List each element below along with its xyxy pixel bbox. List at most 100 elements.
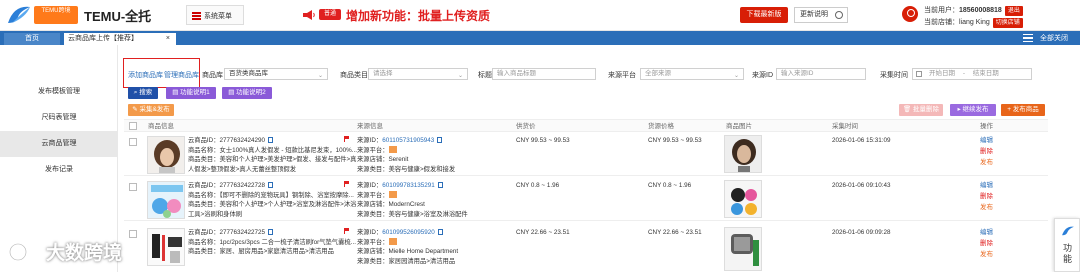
publish-product-button[interactable]: + 发布商品 [1001, 104, 1045, 116]
source-category: 来源类目：美容与健康>假发和接发 [357, 165, 456, 173]
source-shop: 来源店铺：ModernCrest [357, 201, 425, 208]
library-select[interactable]: 百货类商品库 ⌄ [224, 68, 328, 80]
start-date-placeholder: 开始日期 [929, 70, 955, 77]
close-all-tabs-button[interactable]: 全部关闭 [1040, 33, 1068, 45]
copy-icon[interactable] [437, 137, 443, 144]
source-id-link[interactable]: 601099526095920 [382, 229, 435, 236]
copy-icon[interactable] [268, 182, 274, 189]
select-all-checkbox[interactable] [129, 122, 137, 130]
source-shop: 来源店铺：Serenit [357, 156, 409, 163]
product-thumbnail[interactable] [147, 136, 185, 174]
watermark-logo-icon [8, 242, 38, 262]
publish-link[interactable]: 发布 [980, 202, 993, 213]
system-menu-button[interactable]: 系统菜单 [186, 5, 244, 25]
publish-link[interactable]: 发布 [980, 157, 993, 168]
product-image[interactable] [724, 227, 762, 271]
copy-icon[interactable] [437, 182, 443, 189]
calendar-icon [916, 71, 922, 77]
sidebar-item-publish-records[interactable]: 发布记录 [0, 157, 118, 183]
copy-icon[interactable] [268, 229, 274, 236]
collect-label: 采集&发布 [139, 106, 170, 113]
edit-link[interactable]: 编辑 [980, 180, 993, 191]
tab-active-label: 云商品库上传【推荐】 [68, 35, 138, 42]
platform-select[interactable]: 全部来源 ⌄ [640, 68, 744, 80]
supply-price: CNY 0.8 ~ 1.96 [516, 182, 560, 189]
delete-link[interactable]: 删除 [980, 238, 993, 249]
sidebar-item-size-charts[interactable]: 尺码表管理 [0, 105, 118, 131]
table-row: 云商品ID：2777632424290 商品名称：女士100%真人发假发 - 短… [124, 132, 1048, 176]
help1-button[interactable]: ▤ 功能说明1 [166, 87, 216, 99]
cloud-id: 云商品ID：2777632422728 [188, 181, 274, 191]
source-price: CNY 0.8 ~ 1.96 [648, 182, 692, 189]
announcement-tag: 普通 [319, 9, 341, 20]
edit-link[interactable]: 编辑 [980, 227, 993, 238]
source-id-link[interactable]: 601099783135291 [382, 182, 435, 189]
current-user-label: 当前用户： [924, 7, 959, 14]
product-name: 商品名称：女士100%真人发假发 - 短款比基尼发束，100%... [188, 146, 357, 154]
collect-publish-button[interactable]: ✎ 采集&发布 [128, 104, 174, 116]
help2-label: 功能说明2 [236, 89, 266, 96]
source-id: 来源ID：601099526095920 [357, 228, 443, 238]
add-library-link[interactable]: 添加商品库 [128, 70, 163, 80]
watermark: 大数跨境 [8, 236, 148, 268]
system-menu-label: 系统菜单 [204, 13, 232, 20]
delete-link[interactable]: 删除 [980, 146, 993, 157]
source-id: 来源ID：601099783135291 [357, 181, 443, 191]
product-category: 商品类目：美容和个人护理>个人护理>浴室及淋浴配件>沐浴 [188, 201, 357, 208]
source-id-input[interactable]: 输入来源ID [776, 68, 866, 80]
row-actions: 编辑 删除 发布 [980, 180, 993, 213]
switch-shop-button[interactable]: 切换店铺 [992, 18, 1023, 28]
brand-name: TEMU-全托 [84, 9, 152, 24]
product-thumbnail[interactable] [147, 228, 185, 266]
category-select[interactable]: 请选择 ⌄ [368, 68, 468, 80]
product-thumbnail[interactable] [147, 181, 185, 219]
title-input[interactable]: 输入商品标题 [492, 68, 596, 80]
announcement-text[interactable]: 增加新功能：批量上传资质 [346, 7, 490, 24]
copy-icon[interactable] [268, 137, 274, 144]
product-name: 商品名称：【即可不删除的宠物玩具】钢制除、浴室按摩除... [188, 191, 354, 199]
wig-image-icon [148, 137, 184, 173]
continue-publish-button[interactable]: ▸ 继续发布 [950, 104, 996, 116]
tab-list-icon[interactable] [1023, 34, 1033, 42]
tab-cloud-library-upload[interactable]: 云商品库上传【推荐】 × [64, 33, 176, 45]
edit-link[interactable]: 编辑 [980, 135, 993, 146]
bird-logo-icon [1062, 226, 1074, 236]
product-image[interactable] [724, 135, 762, 173]
search-button[interactable]: ⌕ 搜索 [128, 87, 158, 99]
download-latest-button[interactable]: 下载最新版 [740, 7, 788, 23]
category-placeholder: 请选择 [373, 70, 393, 77]
logout-button[interactable]: 退出 [1004, 6, 1023, 16]
flag-icon [344, 228, 349, 234]
row-checkbox[interactable] [129, 138, 137, 146]
source-id-link[interactable]: 601105731905943 [382, 137, 434, 144]
floating-function-panel[interactable]: 功能 [1054, 218, 1080, 272]
sidebar-item-cloud-products[interactable]: 云商品管理 [0, 131, 118, 157]
manage-library-link[interactable]: 管理商品库 [164, 70, 199, 80]
row-checkbox[interactable] [129, 183, 137, 191]
help2-button[interactable]: ▤ 功能说明2 [222, 87, 272, 99]
publish-link[interactable]: 发布 [980, 249, 993, 260]
tab-close-icon[interactable]: × [166, 33, 170, 45]
category-label: 商品类目 [340, 72, 368, 79]
product-name: 商品名称：1pc/2pcs/3pcs 二合一梳子清洁刷for气垫气囊梳... [188, 238, 356, 246]
temu-platform-icon [389, 146, 398, 154]
update-notes-button[interactable]: 更新说明 [794, 7, 848, 23]
copy-icon[interactable] [437, 229, 443, 236]
current-shop-row: 当前店铺：liang King 切换店铺 [924, 17, 1023, 28]
delete-link[interactable]: 删除 [980, 191, 993, 202]
comb-cleaner-image-icon [148, 229, 184, 265]
product-image[interactable] [724, 180, 762, 218]
collect-time: 2026-01-06 15:31:09 [832, 137, 891, 144]
cloud-id: 云商品ID：2777632422725 [188, 228, 274, 238]
comb-photo-icon [725, 228, 761, 270]
tab-home[interactable]: 首页 [4, 33, 60, 45]
date-range-picker[interactable]: 开始日期 - 结束日期 [912, 68, 1032, 80]
batch-delete-button[interactable]: 🗑 批量删除 [899, 104, 943, 116]
hamburger-icon [192, 12, 201, 20]
bird-logo-icon [8, 6, 30, 23]
product-category-cont: 工具>浴刷和身体刷 [188, 210, 243, 218]
source-category: 来源类目：美容与健康>浴室及淋浴配件 [357, 210, 468, 218]
sidebar-item-publish-templates[interactable]: 发布模板管理 [0, 79, 118, 105]
collect-time: 2026-01-06 09:10:43 [832, 182, 891, 189]
publish-product-label: 发布商品 [1012, 106, 1039, 113]
